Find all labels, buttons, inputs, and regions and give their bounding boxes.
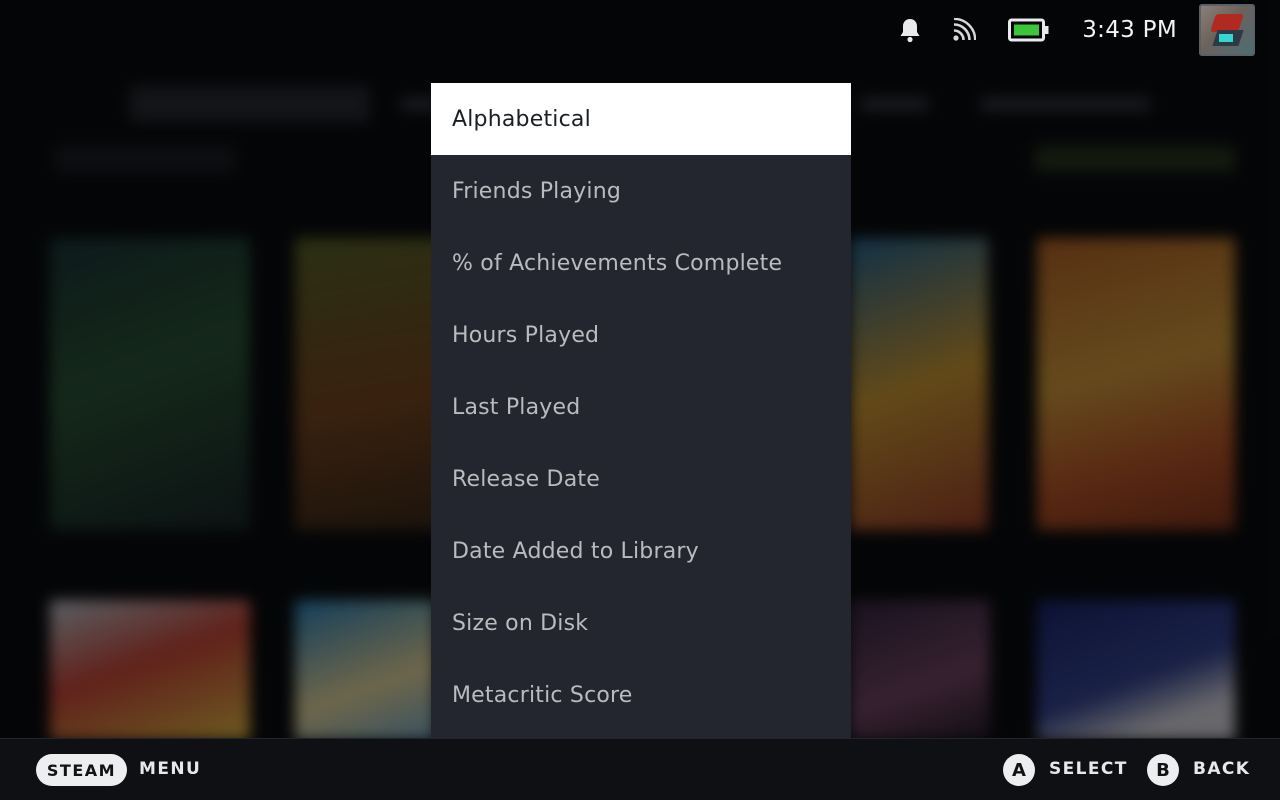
b-button-icon[interactable]: B [1147, 754, 1179, 786]
sort-option-of-achievements-complete[interactable]: % of Achievements Complete [431, 227, 851, 299]
cast-icon [952, 18, 977, 42]
sort-option-release-date[interactable]: Release Date [431, 443, 851, 515]
sort-option-metacritic-score[interactable]: Metacritic Score [431, 659, 851, 731]
sort-option-date-added-to-library[interactable]: Date Added to Library [431, 515, 851, 587]
status-bar: 3:43 PM [0, 0, 1280, 60]
sort-option-hours-played[interactable]: Hours Played [431, 299, 851, 371]
user-avatar[interactable] [1199, 4, 1255, 56]
sort-option-alphabetical[interactable]: Alphabetical [431, 83, 851, 155]
bell-icon[interactable] [898, 17, 922, 43]
menu-hint-label: MENU [139, 759, 202, 779]
sort-by-dropdown-menu: Alphabetical Friends Playing% of Achievem… [431, 83, 851, 738]
steam-button[interactable]: STEAM [36, 754, 127, 786]
clock: 3:43 PM [1082, 17, 1177, 43]
sort-option-friends-playing[interactable]: Friends Playing [431, 155, 851, 227]
sort-option-last-played[interactable]: Last Played [431, 371, 851, 443]
battery-icon [1008, 18, 1050, 42]
select-hint-label: SELECT [1049, 759, 1128, 779]
sort-option-size-on-disk[interactable]: Size on Disk [431, 587, 851, 659]
steam-deck-library-screen: 3:43 PM Alphabetical Friends Playing% of … [0, 0, 1280, 800]
back-hint-label: BACK [1193, 759, 1251, 779]
controller-hint-bar: STEAM MENU A SELECT B BACK [0, 738, 1280, 800]
a-button-icon[interactable]: A [1003, 754, 1035, 786]
